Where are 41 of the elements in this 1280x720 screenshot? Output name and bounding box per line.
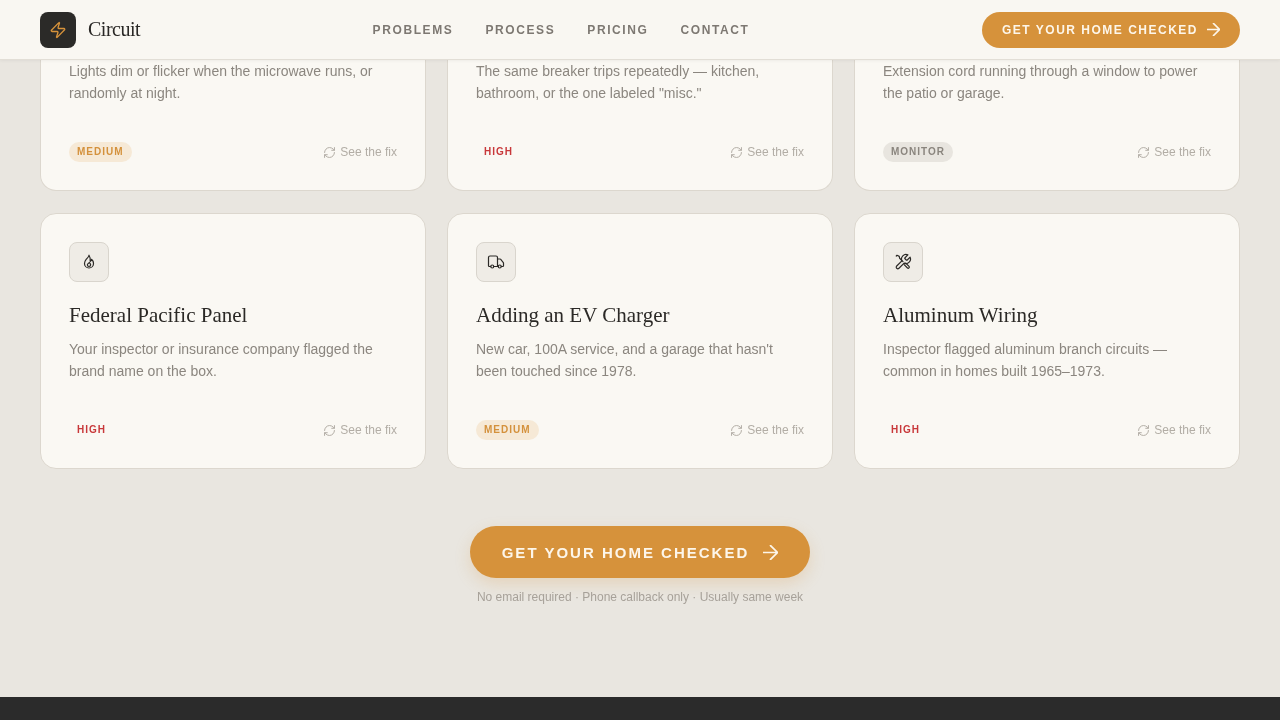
refresh-icon [731, 146, 743, 158]
severity-tag: MONITOR [883, 142, 954, 162]
refresh-icon [1138, 146, 1150, 158]
see-fix-link[interactable]: See the fix [1138, 145, 1211, 159]
see-fix-link[interactable]: See the fix [324, 423, 397, 437]
severity-tag: MEDIUM [476, 420, 539, 440]
refresh-icon [1138, 424, 1150, 436]
nav-link[interactable]: PROBLEMS [372, 22, 454, 37]
refresh-icon [731, 424, 743, 436]
nav-link[interactable]: CONTACT [680, 22, 750, 37]
brand-name: Circuit [88, 18, 141, 41]
card-description: The same breaker trips repeatedly — kitchen, bathroom, or the one labeled "misc." [476, 62, 761, 103]
nav-link[interactable]: PROCESS [485, 22, 556, 37]
see-fix-link[interactable]: See the fix [731, 423, 804, 437]
see-fix-link[interactable]: See the fix [1138, 423, 1211, 437]
wrench-screwdriver-icon [883, 242, 923, 282]
severity-tag: HIGH [883, 420, 928, 440]
get-checked-button[interactable]: GET YOUR HOME CHECKED [982, 11, 1240, 48]
card-title: Adding an EV Charger [476, 302, 671, 328]
arrow-right-icon [1207, 23, 1220, 36]
truck-icon [476, 242, 516, 282]
card-description: Lights dim or flicker when the microwave runs, or randomly at night. [69, 62, 374, 103]
card-description: Extension cord running through a window to power the patio or garage. [883, 62, 1199, 103]
severity-tag: HIGH [476, 142, 521, 162]
nav-link[interactable]: PRICING [587, 22, 649, 37]
get-checked-button[interactable]: GET YOUR HOME CHECKED [469, 526, 811, 578]
card-description: Inspector flagged aluminum branch circuits — common in homes built 1965–1973. [883, 340, 1169, 381]
arrow-right-icon [763, 544, 779, 560]
card-description: New car, 100A service, and a garage that hasn't been touched since 1978. [476, 340, 774, 381]
cta-note: No email required · Phone callback only · Usually same week [476, 590, 804, 604]
refresh-icon [324, 424, 336, 436]
flame-icon [69, 242, 109, 282]
see-fix-link[interactable]: See the fix [324, 145, 397, 159]
see-fix-link[interactable]: See the fix [731, 145, 804, 159]
card-title: Aluminum Wiring [883, 302, 1039, 328]
refresh-icon [324, 146, 336, 158]
severity-tag: MEDIUM [69, 142, 132, 162]
card-title: Federal Pacific Panel [69, 302, 249, 328]
card-description: Your inspector or insurance company flagged the brand name on the box. [69, 340, 374, 381]
lightning-logo-icon [40, 11, 76, 48]
severity-tag: HIGH [69, 420, 114, 440]
